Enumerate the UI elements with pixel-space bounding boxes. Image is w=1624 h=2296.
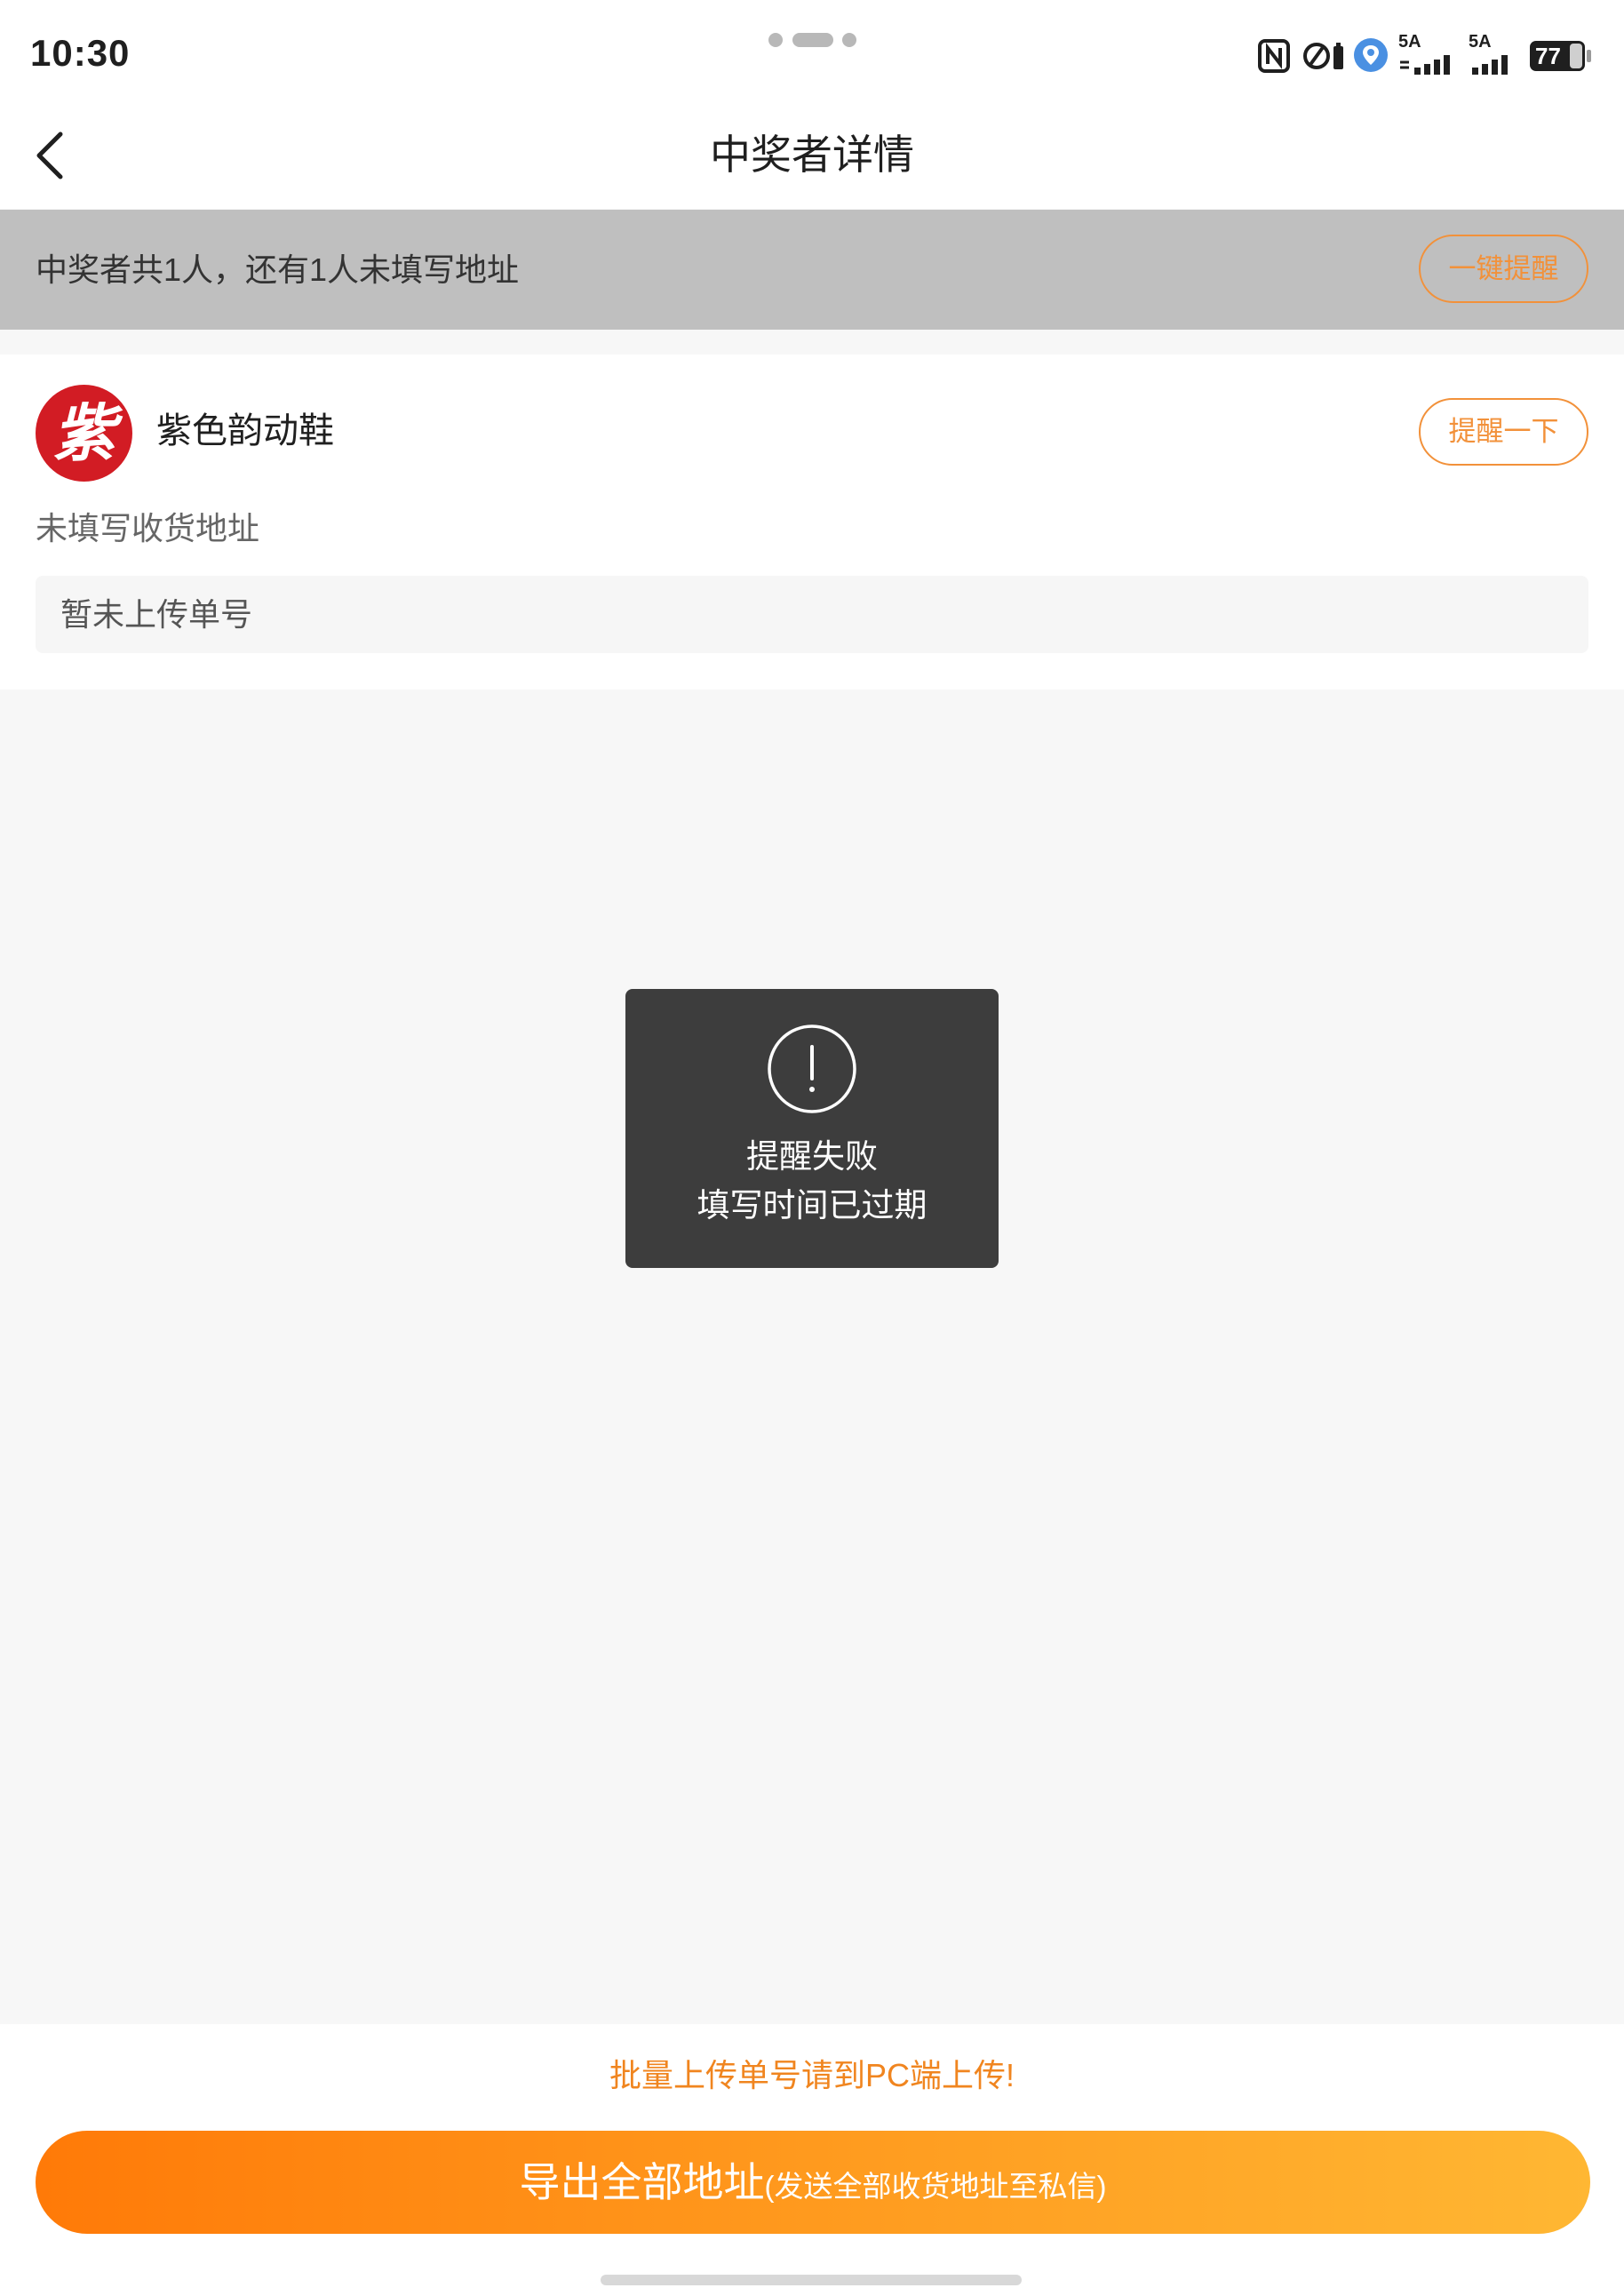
signal-2: 5A [1469,32,1522,76]
nfc-icon [1258,39,1290,73]
winner-summary-banner: 中奖者共1人，还有1人未填写地址 一键提醒 [0,210,1624,330]
error-toast: 提醒失败 填写时间已过期 [625,989,999,1268]
tracking-number-field: 暂未上传单号 [36,576,1588,653]
page-title: 中奖者详情 [710,132,914,178]
export-all-addresses-button[interactable]: 导出全部地址(发送全部收货地址至私信) [36,2131,1590,2234]
nav-header: 中奖者详情 [0,102,1624,209]
export-button-sublabel: (发送全部收货地址至私信) [764,2170,1107,2203]
exclamation-circle-icon [768,1024,856,1113]
toast-title: 提醒失败 [746,1138,878,1175]
location-icon [1354,38,1388,72]
bulk-upload-hint: 批量上传单号请到PC端上传! [609,2057,1015,2093]
address-status: 未填写收货地址 [36,510,260,546]
status-bar: 10:30 5A 5A 77 [0,0,1624,102]
status-time: 10:30 [30,32,131,74]
winner-card: 紫 紫色韵动鞋 提醒一下 未填写收货地址 暂未上传单号 [0,355,1624,690]
home-indicator[interactable] [601,2275,1022,2285]
multitask-dots-icon[interactable] [768,32,857,48]
export-button-label: 导出全部地址 [519,2159,765,2205]
winner-summary-text: 中奖者共1人，还有1人未填写地址 [36,251,520,288]
remind-all-button[interactable]: 一键提醒 [1419,235,1588,303]
toast-message: 填写时间已过期 [697,1187,927,1224]
chevron-left-icon[interactable] [30,129,69,182]
battery-level: 77 [1535,43,1561,69]
watch-battery-icon [1303,43,1343,69]
signal-1: 5A [1398,32,1461,76]
footer: 批量上传单号请到PC端上传! 导出全部地址(发送全部收货地址至私信) [0,2024,1624,2296]
signal-2-label: 5A [1469,32,1492,52]
avatar: 紫 [36,385,132,482]
battery-icon: 77 [1530,41,1594,71]
signal-1-label: 5A [1398,32,1421,52]
signal-icon [1400,55,1450,75]
signal-icon [1472,55,1508,75]
remind-button[interactable]: 提醒一下 [1419,398,1588,466]
winner-name: 紫色韵动鞋 [156,411,334,450]
status-icons: 5A 5A 77 [1253,32,1599,76]
